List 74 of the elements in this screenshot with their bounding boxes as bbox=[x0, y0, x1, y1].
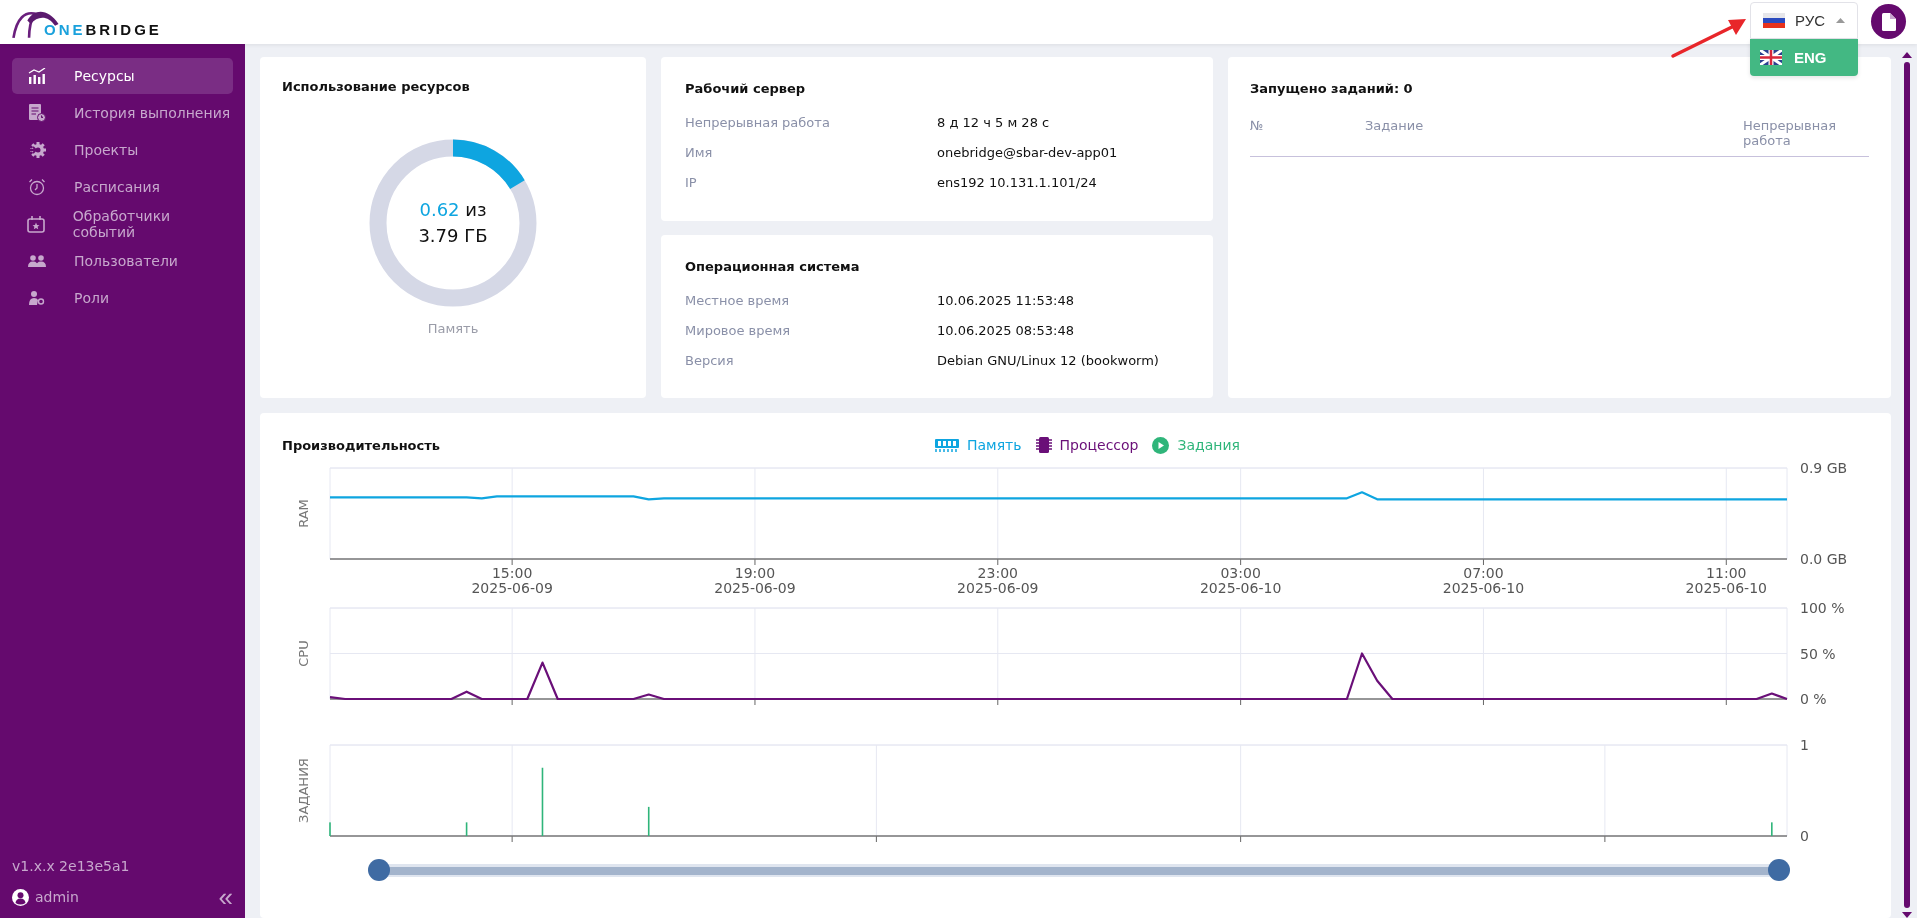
column-header: Непрерывная работа bbox=[1743, 118, 1837, 148]
version-text: v1.x.x 2e13e5a1 bbox=[12, 858, 131, 874]
card-title: Использование ресурсов bbox=[282, 79, 470, 94]
sidebar-item[interactable]: История выполнения bbox=[12, 95, 233, 131]
legend-item[interactable]: Процессор bbox=[1035, 436, 1139, 454]
field-value: 10.06.2025 08:53:48 bbox=[937, 322, 1075, 338]
axis-title: ЗАДАНИЯ bbox=[296, 758, 311, 823]
axis-tick-label: 1 bbox=[1800, 737, 1809, 753]
field-label: Местное время bbox=[685, 292, 791, 308]
gear-arrow-icon bbox=[28, 141, 46, 159]
axis-tick-label: 03:00 2025-06-10 bbox=[1199, 565, 1282, 596]
russia-flag-icon bbox=[1763, 13, 1785, 28]
sidebar-item[interactable]: Обработчики событий bbox=[12, 206, 233, 242]
axis-tick-label: 0.0 GB bbox=[1800, 551, 1848, 567]
axis-tick-label: 0.9 GB bbox=[1800, 460, 1848, 476]
range-slider[interactable] bbox=[368, 857, 1790, 883]
job-count-bar bbox=[647, 806, 650, 836]
legend-item[interactable]: Память bbox=[935, 436, 1022, 454]
slider-handle[interactable] bbox=[368, 859, 390, 881]
user-key-icon bbox=[29, 291, 45, 305]
axis-tick-label: 0 bbox=[1800, 828, 1809, 844]
collapse-button[interactable]: « bbox=[218, 884, 233, 910]
memory-module-icon bbox=[935, 437, 959, 453]
field-label: Непрерывная работа bbox=[685, 115, 831, 130]
memory-total-text: 3.79 ГБ bbox=[418, 224, 488, 248]
logo-text: ONE BRIDGE bbox=[44, 21, 162, 40]
axis-tick-label: 19:00 2025-06-09 bbox=[714, 565, 796, 596]
axis-title: RAM bbox=[296, 499, 311, 528]
field-value: 10.06.2025 11:53:48 bbox=[937, 292, 1075, 308]
column-header: № bbox=[1250, 118, 1265, 135]
field-label: Версия bbox=[685, 352, 735, 368]
job-count-bar bbox=[465, 822, 468, 836]
play-circle-icon bbox=[1152, 436, 1170, 454]
language-dropdown[interactable]: РУС bbox=[1750, 2, 1858, 39]
field-label: IP bbox=[685, 175, 698, 190]
field-value: ens192 10.131.1.101/24 bbox=[937, 175, 1098, 190]
memory-used-text: 0.62 из bbox=[419, 197, 487, 222]
document-clock-icon bbox=[28, 104, 46, 122]
sidebar-item[interactable]: Расписания bbox=[12, 169, 233, 205]
bar-chart-icon bbox=[28, 68, 46, 84]
axis-tick-label: 0 % bbox=[1800, 691, 1827, 707]
axis-tick-label: 11:00 2025-06-10 bbox=[1685, 565, 1767, 596]
field-value: Debian GNU/Linux 12 (bookworm) bbox=[937, 352, 1160, 368]
field-value: 8 д 12 ч 5 м 28 с bbox=[937, 115, 1051, 130]
chart-caption: Память bbox=[427, 321, 479, 336]
uk-flag-icon bbox=[1760, 50, 1782, 65]
job-count-bar bbox=[541, 767, 544, 836]
axis-title: CPU bbox=[296, 640, 311, 667]
document-icon bbox=[1881, 12, 1896, 31]
axis-tick-label: 100 % bbox=[1800, 600, 1845, 616]
sidebar-item[interactable]: Роли bbox=[12, 280, 233, 316]
sidebar-item[interactable]: Ресурсы bbox=[12, 58, 233, 94]
sidebar-item[interactable]: Пользователи bbox=[12, 243, 233, 279]
alarm-clock-icon bbox=[28, 178, 46, 196]
user-avatar-icon bbox=[12, 888, 29, 906]
axis-tick-label: 15:00 2025-06-09 bbox=[471, 565, 553, 596]
sidebar-item[interactable]: Проекты bbox=[12, 132, 233, 168]
field-label: Имя bbox=[685, 145, 714, 160]
caret-icon bbox=[1836, 18, 1845, 23]
logo[interactable]: ONE BRIDGE bbox=[10, 4, 162, 40]
user-menu[interactable]: admin bbox=[12, 888, 79, 906]
users-icon bbox=[28, 255, 46, 267]
axis-tick-label: 07:00 2025-06-10 bbox=[1442, 565, 1525, 596]
axis-tick-label: 50 % bbox=[1800, 645, 1836, 662]
slider-handle[interactable] bbox=[1768, 859, 1790, 881]
card-title: Производительность bbox=[282, 437, 440, 453]
card-title: Операционная система bbox=[685, 258, 861, 274]
field-value: onebridge@sbar-dev-app01 bbox=[937, 145, 1119, 160]
axis-tick-label: 23:00 2025-06-09 bbox=[957, 565, 1039, 596]
column-header: Задание bbox=[1365, 118, 1425, 135]
field-label: Мировое время bbox=[685, 322, 792, 338]
card-title: Запущено заданий: 0 bbox=[1250, 81, 1414, 96]
chip-icon bbox=[1035, 436, 1052, 454]
card-title: Рабочий сервер bbox=[685, 81, 807, 96]
